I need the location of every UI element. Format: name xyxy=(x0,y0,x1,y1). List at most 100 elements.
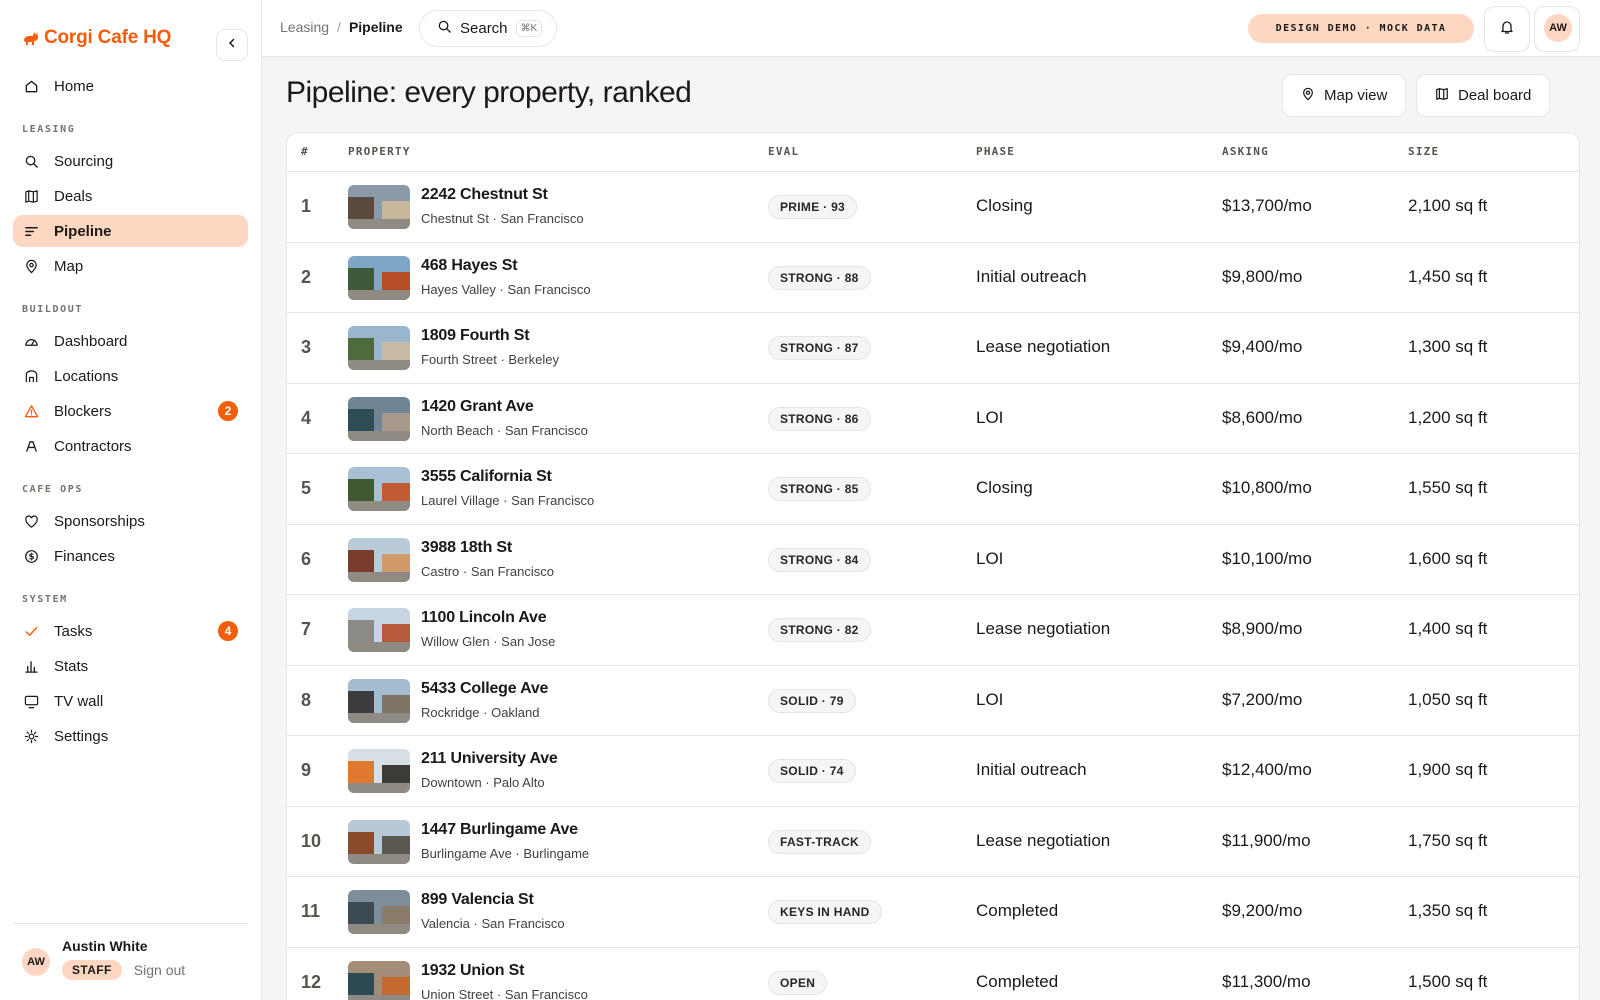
table-row[interactable]: 3 1809 Fourth St Fourth Street · Berkeley S… xyxy=(287,313,1579,384)
column-header-rank[interactable]: # xyxy=(301,145,309,158)
table-row[interactable]: 12 1932 Union St Union Street · San Franci… xyxy=(287,948,1579,1000)
sidebar-item-home[interactable]: Home xyxy=(13,70,248,102)
sidebar-item-map[interactable]: Map xyxy=(13,250,248,282)
asking-rent: $8,600/mo xyxy=(1222,407,1303,427)
property-name[interactable]: 3988 18th St xyxy=(421,539,512,557)
row-rank: 1 xyxy=(301,196,312,216)
sidebar-item-contractors[interactable]: Contractors xyxy=(13,430,248,462)
property-location: Chestnut St · San Francisco xyxy=(421,211,584,226)
eval-badge: STRONG · 84 xyxy=(768,547,871,572)
property-name[interactable]: 5433 College Ave xyxy=(421,680,548,698)
property-photo[interactable] xyxy=(348,467,410,511)
tasks-count-badge: 4 xyxy=(218,621,238,641)
corgi-logo-icon xyxy=(22,29,40,47)
size-text: 1,600 sq ft xyxy=(1408,548,1488,568)
property-location: Union Street · San Francisco xyxy=(421,986,588,1000)
sidebar-item-tv-wall[interactable]: TV wall xyxy=(13,685,248,717)
column-header-eval[interactable]: EVAL xyxy=(768,145,799,158)
avatar[interactable]: AW xyxy=(1544,14,1572,42)
asking-rent: $12,400/mo xyxy=(1222,760,1312,779)
row-rank: 7 xyxy=(301,619,312,639)
property-name[interactable]: 1420 Grant Ave xyxy=(421,398,534,416)
table-row[interactable]: 5 3555 California St Laurel Village · San … xyxy=(287,454,1579,525)
column-header-property[interactable]: PROPERTY xyxy=(348,145,411,158)
asking-rent: $10,100/mo xyxy=(1222,548,1312,568)
property-location: Rockridge · Oakland xyxy=(421,704,540,720)
sidebar-item-stats[interactable]: Stats xyxy=(13,650,248,682)
notifications-button[interactable] xyxy=(1484,6,1530,52)
phase-text: Completed xyxy=(976,971,1059,991)
table-row[interactable]: 4 1420 Grant Ave North Beach · San Francis… xyxy=(287,384,1579,454)
property-name[interactable]: 1100 Lincoln Ave xyxy=(421,609,547,627)
sidebar-item-deals[interactable]: Deals xyxy=(13,180,248,212)
sidebar-item-finances[interactable]: $ Finances xyxy=(13,540,248,572)
sidebar-item-label: Locations xyxy=(54,367,119,385)
table-row[interactable]: 2 468 Hayes St Hayes Valley · San Francisc… xyxy=(287,243,1579,313)
eval-badge: STRONG · 82 xyxy=(768,618,871,642)
column-header-size[interactable]: SIZE xyxy=(1408,145,1439,158)
property-name[interactable]: 3555 California St xyxy=(421,468,552,486)
table-row[interactable]: 8 5433 College Ave Rockridge · Oakland SOLI… xyxy=(287,666,1579,736)
brand[interactable]: Corgi Cafe HQ xyxy=(22,27,171,49)
property-photo[interactable] xyxy=(348,749,410,793)
breadcrumb-leasing[interactable]: Leasing xyxy=(280,19,329,35)
size-text: 1,450 sq ft xyxy=(1408,266,1488,286)
table-row[interactable]: 10 1447 Burlingame Ave Burlingame Ave · Bu… xyxy=(287,807,1579,877)
table-row[interactable]: 7 1100 Lincoln Ave Willow Glen · San Jose S… xyxy=(287,595,1579,666)
property-photo[interactable] xyxy=(348,678,410,723)
property-photo[interactable] xyxy=(348,960,410,1000)
property-photo[interactable] xyxy=(348,608,410,652)
board-icon xyxy=(23,188,39,204)
sidebar-item-sourcing[interactable]: Sourcing xyxy=(13,145,248,177)
sidebar-item-blockers[interactable]: Blockers 2 xyxy=(13,395,248,427)
sidebar-item-settings[interactable]: Settings xyxy=(13,720,248,752)
property-name[interactable]: 1447 Burlingame Ave xyxy=(421,821,578,839)
sidebar-item-label: Pipeline xyxy=(54,222,112,240)
sidebar-item-label: Sourcing xyxy=(54,152,114,170)
property-photo[interactable] xyxy=(348,890,410,934)
breadcrumb-separator: / xyxy=(337,19,341,35)
avatar[interactable]: AW xyxy=(22,948,50,976)
sidebar-item-pipeline[interactable]: Pipeline xyxy=(13,215,248,247)
sidebar-item-tasks[interactable]: Tasks 4 xyxy=(13,615,248,647)
property-name[interactable]: 1809 Fourth St xyxy=(421,327,530,345)
property-photo[interactable] xyxy=(348,326,410,370)
property-photo[interactable] xyxy=(348,819,410,864)
table-row[interactable]: 9 211 University Ave Downtown · Palo Alto S… xyxy=(287,736,1579,807)
size-text: 2,100 sq ft xyxy=(1408,196,1488,215)
property-name[interactable]: 211 University Ave xyxy=(421,750,558,768)
property-photo[interactable] xyxy=(348,185,410,229)
column-header-asking[interactable]: ASKING xyxy=(1222,145,1269,158)
deal-board-button[interactable]: Deal board xyxy=(1416,74,1551,117)
sidebar-item-dashboard[interactable]: Dashboard xyxy=(13,325,248,357)
column-header-phase[interactable]: PHASE xyxy=(976,145,1015,158)
eval-badge: OPEN xyxy=(768,970,828,995)
sidebar-item-label: Dashboard xyxy=(54,332,128,350)
size-text: 1,750 sq ft xyxy=(1408,830,1488,850)
property-name[interactable]: 468 Hayes St xyxy=(421,257,518,275)
property-name[interactable]: 2242 Chestnut St xyxy=(421,186,548,204)
search-label: Search xyxy=(460,20,508,37)
table-row[interactable]: 6 3988 18th St Castro · San Francisco STRON… xyxy=(287,525,1579,595)
property-name[interactable]: 899 Valencia St xyxy=(421,891,534,909)
asking-rent: $9,200/mo xyxy=(1222,901,1303,920)
property-photo[interactable] xyxy=(348,537,410,582)
map-view-button[interactable]: Map view xyxy=(1282,74,1407,117)
collapse-sidebar-button[interactable] xyxy=(216,29,248,61)
section-label-buildout: BUILDOUT xyxy=(22,304,83,315)
phase-text: LOI xyxy=(976,689,1004,709)
sign-out-link[interactable]: Sign out xyxy=(134,962,185,978)
property-photo[interactable] xyxy=(348,255,410,300)
map-pin-icon xyxy=(1301,87,1315,105)
table-row[interactable]: 1 2242 Chestnut St Chestnut St · San Franc… xyxy=(287,172,1579,243)
topbar: Leasing / Pipeline Search ⌘K DESIGN DEMO… xyxy=(262,0,1600,57)
property-photo[interactable] xyxy=(348,396,410,441)
search-shortcut: ⌘K xyxy=(515,20,543,37)
eval-badge: SOLID · 79 xyxy=(768,688,856,713)
sidebar-item-sponsorships[interactable]: Sponsorships xyxy=(13,505,248,537)
table-row[interactable]: 11 899 Valencia St Valencia · San Francisc… xyxy=(287,877,1579,948)
sidebar-item-locations[interactable]: Locations xyxy=(13,360,248,392)
row-rank: 9 xyxy=(301,760,312,780)
property-name[interactable]: 1932 Union St xyxy=(421,962,524,980)
search-button[interactable]: Search ⌘K xyxy=(419,10,557,47)
